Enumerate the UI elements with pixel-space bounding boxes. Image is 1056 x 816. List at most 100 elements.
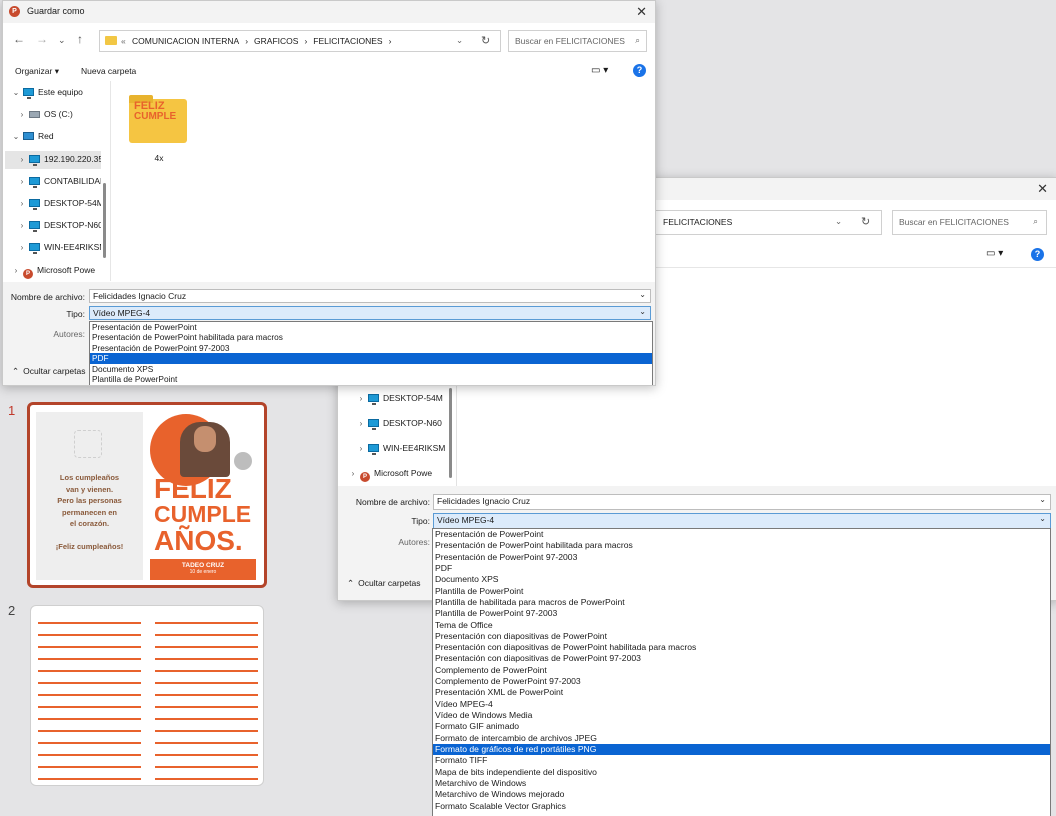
refresh-icon[interactable]: ↻ <box>481 34 490 47</box>
type-option-video-mpeg-4[interactable]: Vídeo MPEG-4 <box>433 699 1050 710</box>
slide-thumbnail-2[interactable] <box>30 605 264 786</box>
type-option-formato-tiff[interactable]: Formato TIFF <box>433 755 1050 766</box>
type-option-pdf[interactable]: PDF <box>433 563 1050 574</box>
type-select[interactable]: Vídeo MPEG-4 ⌄ <box>89 306 651 320</box>
address-bar-2[interactable]: FELICITACIONES ⌄ ↻ <box>654 210 882 235</box>
chevron-right-icon[interactable]: › <box>15 221 29 230</box>
type-option-presentacion-xml-de-powerpoint[interactable]: Presentación XML de PowerPoint <box>433 687 1050 698</box>
tree-item-desktop-n60[interactable]: › DESKTOP-N60 <box>5 217 101 235</box>
tree-item-microsoft-powe[interactable]: › P Microsoft Powe <box>346 465 446 483</box>
chevron-down-icon[interactable]: ⌄ <box>9 88 23 97</box>
tree-item-este-equipo[interactable]: ⌄ Este equipo <box>5 84 101 102</box>
chevron-right-icon[interactable]: › <box>15 155 29 164</box>
breadcrumb-item-graficos[interactable]: GRAFICOS <box>254 36 298 46</box>
new-folder-button[interactable]: Nueva carpeta <box>81 66 136 76</box>
help-icon[interactable]: ? <box>633 64 646 77</box>
tree-item-win-ee4riksm[interactable]: › WIN-EE4RIKSM <box>5 239 101 257</box>
type-option-formato-de-intercambio-de-archivos-jpeg[interactable]: Formato de intercambio de archivos JPEG <box>433 733 1050 744</box>
type-option-complemento-de-powerpoint[interactable]: Complemento de PowerPoint <box>433 665 1050 676</box>
type-option-presentacion-con-diapositivas-de-powerpoint-habilitada-para-macros[interactable]: Presentación con diapositivas de PowerPo… <box>433 642 1050 653</box>
type-option-documento-xps[interactable]: Documento XPS <box>433 574 1050 585</box>
type-dropdown-list-2[interactable]: Presentación de PowerPoint Presentación d… <box>432 528 1051 816</box>
type-option-metarchivo-de-windows-mejorado[interactable]: Metarchivo de Windows mejorado <box>433 789 1050 800</box>
chevron-right-icon[interactable]: › <box>15 177 29 186</box>
tree-item-red[interactable]: ⌄ Red <box>5 128 101 146</box>
type-option-presentacion-de-powerpoint-97-2003[interactable]: Presentación de PowerPoint 97-2003 <box>90 343 652 353</box>
view-options-icon[interactable]: ▭ ▾ <box>986 248 1003 259</box>
chevron-down-icon[interactable]: ⌄ <box>456 35 463 46</box>
refresh-icon[interactable]: ↻ <box>861 215 870 228</box>
search-input-1[interactable]: Buscar en FELICITACIONES ⌕ <box>508 30 647 52</box>
nav-scrollbar-2[interactable] <box>449 388 452 478</box>
close-icon[interactable]: ✕ <box>636 4 647 20</box>
breadcrumb-separator-icon[interactable]: › <box>304 36 307 46</box>
filename-field[interactable]: Felicidades Ignacio Cruz ⌄ <box>433 494 1051 510</box>
chevron-right-icon[interactable]: › <box>354 419 368 428</box>
type-option-presentacion-de-powerpoint[interactable]: Presentación de PowerPoint <box>90 322 652 332</box>
type-option-plantilla-de-powerpoint-97-2003[interactable]: Plantilla de PowerPoint 97-2003 <box>433 608 1050 619</box>
breadcrumb-felicitaciones[interactable]: FELICITACIONES <box>663 217 732 227</box>
type-select[interactable]: Vídeo MPEG-4 ⌄ <box>433 513 1051 529</box>
address-bar-1[interactable]: « COMUNICACION INTERNA › GRAFICOS › FELICITA… <box>99 30 501 52</box>
type-option-presentacion-con-diapositivas-de-powerpoint-97-2003[interactable]: Presentación con diapositivas de PowerPo… <box>433 653 1050 664</box>
tree-item-os-c[interactable]: › OS (C:) <box>5 106 101 124</box>
folder-item-4x[interactable]: FELIZ CUMPLE 4x <box>129 95 191 167</box>
chevron-down-icon[interactable]: ⌄ <box>835 216 842 227</box>
chevron-down-icon[interactable]: ⌄ <box>639 307 646 316</box>
type-option-plantilla-de-powerpoint[interactable]: Plantilla de PowerPoint <box>90 374 652 384</box>
tree-item-desktop-n60[interactable]: › DESKTOP-N60 <box>346 415 446 433</box>
nav-scrollbar-1[interactable] <box>103 183 106 258</box>
chevron-down-icon[interactable]: ⌄ <box>1039 495 1046 504</box>
recent-locations-icon[interactable]: ⌄ <box>58 35 66 46</box>
breadcrumb[interactable]: COMUNICACION INTERNA › GRAFICOS › FELICITACI… <box>132 36 397 46</box>
type-option-formato-gif-animado[interactable]: Formato GIF animado <box>433 721 1050 732</box>
type-option-presentacion-de-powerpoint-habilitada-para-macros[interactable]: Presentación de PowerPoint habilitada pa… <box>433 540 1050 551</box>
search-input-2[interactable]: Buscar en FELICITACIONES ⌕ <box>892 210 1047 235</box>
type-option-presentacion-de-powerpoint[interactable]: Presentación de PowerPoint <box>433 529 1050 540</box>
type-option-plantilla-de-powerpoint[interactable]: Plantilla de PowerPoint <box>433 586 1050 597</box>
type-option-documento-xps[interactable]: Documento XPS <box>90 364 652 374</box>
type-option-tema-de-office[interactable]: Tema de Office <box>433 620 1050 631</box>
view-options-icon[interactable]: ▭ ▾ <box>591 65 608 76</box>
hide-folders-button[interactable]: ⌃ Ocultar carpetas <box>12 366 86 377</box>
type-option-mapa-de-bits-independiente-del-dispositivo[interactable]: Mapa de bits independiente del dispositi… <box>433 767 1050 778</box>
hide-folders-button[interactable]: ⌃ Ocultar carpetas <box>347 578 421 589</box>
chevron-down-icon[interactable]: ⌄ <box>639 290 646 299</box>
chevron-right-icon[interactable]: › <box>354 394 368 403</box>
back-arrow-icon[interactable]: ← <box>13 32 25 46</box>
tree-item-microsoft-powe[interactable]: › P Microsoft Powe <box>5 262 101 280</box>
breadcrumb-separator-icon[interactable]: › <box>245 36 248 46</box>
type-option-pdf[interactable]: PDF <box>90 353 652 364</box>
chevron-right-icon[interactable]: › <box>346 469 360 478</box>
breadcrumb-item-comunicacion-interna[interactable]: COMUNICACION INTERNA <box>132 36 239 46</box>
chevron-right-icon[interactable]: › <box>354 444 368 453</box>
type-option-video-de-windows-media[interactable]: Vídeo de Windows Media <box>433 710 1050 721</box>
type-option-formato-scalable-vector-graphics[interactable]: Formato Scalable Vector Graphics <box>433 801 1050 812</box>
breadcrumb-separator-icon[interactable]: › <box>389 36 392 46</box>
chevron-right-icon[interactable]: › <box>15 199 29 208</box>
chevron-right-icon[interactable]: › <box>15 243 29 252</box>
tree-item-192-190-220-35[interactable]: › 192.190.220.35 <box>5 150 101 169</box>
slide-thumbnail-1[interactable]: Los cumpleaños van y vienen. Pero las pers… <box>27 402 267 588</box>
type-option-complemento-de-powerpoint-97-2003[interactable]: Complemento de PowerPoint 97-2003 <box>433 676 1050 687</box>
close-icon[interactable]: ✕ <box>1037 181 1048 197</box>
chevron-right-icon[interactable]: › <box>15 110 29 119</box>
tree-item-contabilidad[interactable]: › CONTABILIDAD <box>5 173 101 191</box>
chevron-right-icon[interactable]: › <box>9 266 23 275</box>
chevron-down-icon[interactable]: ⌄ <box>1039 514 1046 523</box>
chevron-down-icon[interactable]: ⌄ <box>9 132 23 141</box>
type-option-plantilla-de-habilitada-para-macros-de-powerpoint[interactable]: Plantilla de habilitada para macros de P… <box>90 384 652 385</box>
help-icon[interactable]: ? <box>1031 248 1044 261</box>
tree-item-desktop-54m[interactable]: › DESKTOP-54M <box>5 195 101 213</box>
type-option-formato-de-graficos-de-red-portatiles-png[interactable]: Formato de gráficos de red portátiles PN… <box>433 743 1050 756</box>
breadcrumb-item-felicitaciones[interactable]: FELICITACIONES <box>313 36 382 46</box>
up-arrow-icon[interactable]: ↑ <box>77 32 83 46</box>
type-option-presentacion-de-powerpoint-97-2003[interactable]: Presentación de PowerPoint 97-2003 <box>433 552 1050 563</box>
type-option-metarchivo-de-windows[interactable]: Metarchivo de Windows <box>433 778 1050 789</box>
type-option-plantilla-de-habilitada-para-macros-de-powerpoint[interactable]: Plantilla de habilitada para macros de P… <box>433 597 1050 608</box>
type-dropdown-list-1[interactable]: Presentación de PowerPoint Presentación d… <box>89 321 653 385</box>
filename-field[interactable]: Felicidades Ignacio Cruz ⌄ <box>89 289 651 303</box>
tree-item-desktop-54m[interactable]: › DESKTOP-54M <box>346 390 446 408</box>
organize-button[interactable]: Organizar ▾ <box>15 66 59 77</box>
tree-item-win-ee4riksm[interactable]: › WIN-EE4RIKSM <box>346 440 446 458</box>
